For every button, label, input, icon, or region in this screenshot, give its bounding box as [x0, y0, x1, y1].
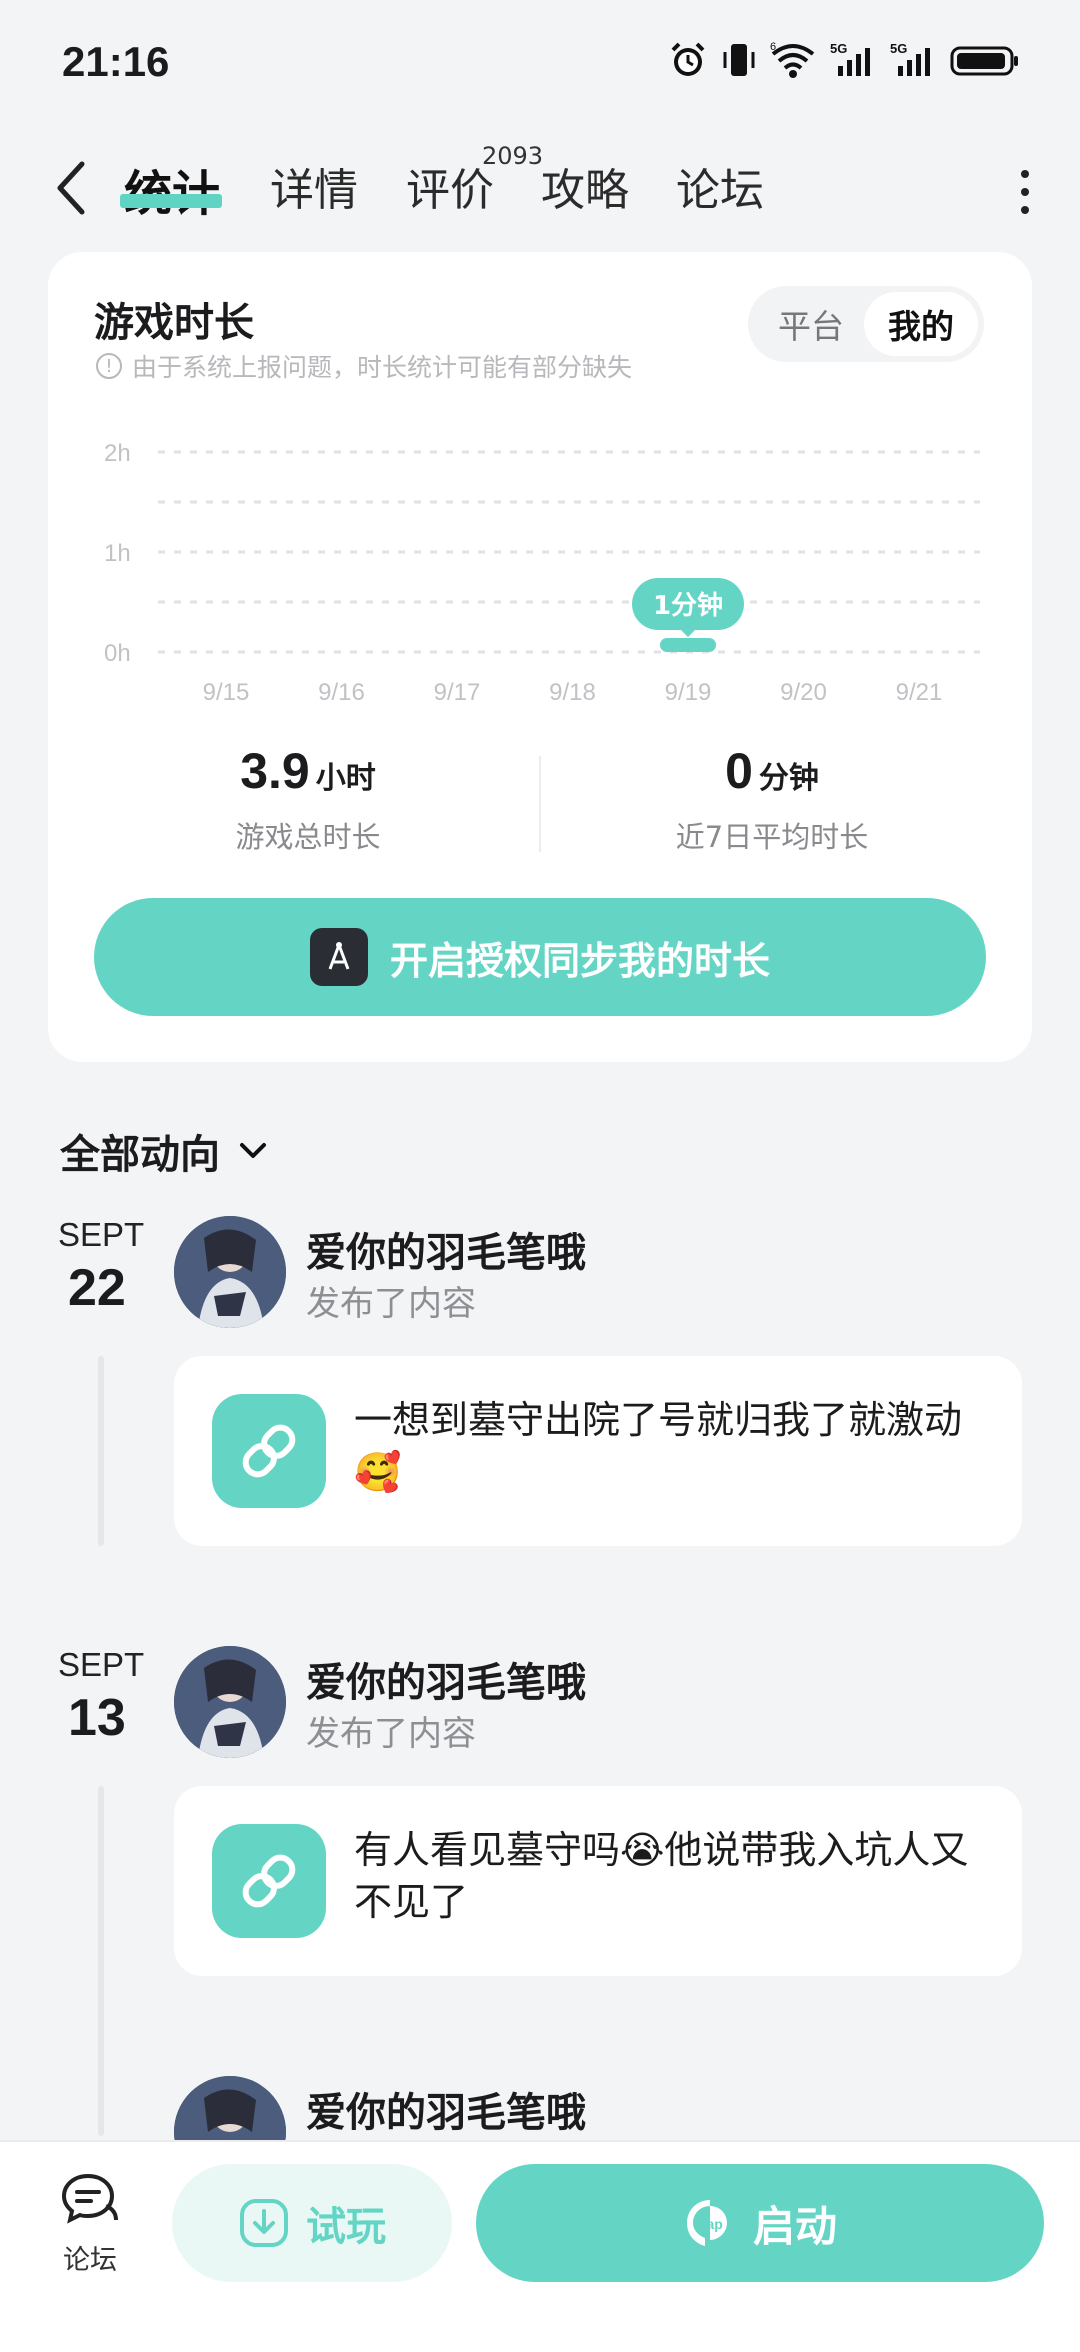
chart-tooltip: 1分钟	[632, 578, 744, 637]
post-day: 13	[68, 1689, 126, 1747]
chart-x-tick-label: 9/19	[665, 679, 712, 702]
forum-label: 论坛	[63, 2245, 117, 2276]
link-icon	[212, 1394, 326, 1508]
svg-text:5G: 5G	[890, 41, 907, 56]
toggle-mine[interactable]: 我的	[864, 292, 978, 356]
more-icon[interactable]	[1010, 162, 1040, 222]
launch-label: 启动	[752, 2201, 837, 2251]
svg-text:5G: 5G	[830, 41, 847, 56]
post-text: 有人看见墓守吗😭他说带我入坑人又不见了	[354, 1828, 969, 1924]
feed-filter-label: 全部动向	[60, 1132, 220, 1178]
chart-tooltip-label: 1分钟	[653, 590, 723, 621]
signal-5g-icon: 5G	[890, 40, 936, 80]
total-value: 3.9	[240, 743, 310, 799]
try-play-label: 试玩	[306, 2204, 386, 2250]
chart-x-tick-label: 9/21	[896, 679, 943, 702]
post-content[interactable]: 一想到墓守出院了号就归我了就激动🥰	[174, 1356, 1022, 1546]
avg-value: 0	[725, 743, 753, 799]
tab-guides[interactable]: 攻略	[541, 154, 629, 218]
total-playtime: 3.9 小时 游戏总时长	[78, 742, 538, 856]
bottom-action-bar: 论坛 试玩 Tap 启动	[0, 2140, 1080, 2352]
chart-x-tick-label: 9/20	[780, 679, 827, 702]
chart-y-tick-label: 1h	[104, 540, 131, 567]
post-content[interactable]: 有人看见墓守吗😭他说带我入坑人又不见了	[174, 1786, 1022, 1976]
chart-x-tick-label: 9/18	[549, 679, 596, 702]
back-button[interactable]	[48, 156, 98, 220]
signal-5g-icon: 5G	[830, 40, 876, 80]
feed-filter[interactable]: 全部动向	[60, 1122, 270, 1180]
vibrate-icon	[722, 40, 756, 80]
sync-playtime-button[interactable]: 开启授权同步我的时长	[94, 898, 986, 1016]
launch-button[interactable]: Tap 启动	[476, 2164, 1044, 2282]
chart-bar	[660, 638, 716, 652]
post-action: 发布了内容	[306, 1714, 476, 1754]
chart-x-tick-label: 9/17	[434, 679, 481, 702]
total-unit: 小时	[315, 761, 376, 796]
post-month: SEPT	[58, 1646, 145, 1683]
app-logo-icon	[309, 928, 368, 986]
timeline-line	[98, 1786, 104, 2136]
tab-reviews[interactable]: 评价	[406, 154, 494, 218]
toggle-platform[interactable]: 平台	[754, 292, 868, 356]
post-day: 22	[68, 1259, 126, 1317]
battery-icon	[950, 40, 1020, 80]
chart-y-tick-label: 2h	[104, 440, 131, 467]
link-icon	[212, 1824, 326, 1938]
status-icons: 6 5G 5G	[668, 40, 1020, 80]
post-username[interactable]: 爱你的羽毛笔哦	[306, 1650, 586, 1708]
card-title: 游戏时长	[94, 300, 254, 346]
post-text: 一想到墓守出院了号就归我了就激动🥰	[354, 1398, 963, 1494]
tab-details[interactable]: 详情	[270, 154, 358, 218]
status-bar: 21:16 6 5G 5G	[0, 0, 1080, 120]
playtime-chart: 0h 1h 2h 9/15 9/16 9/17 9/18 9/19 1分钟 9/20 9/21	[104, 440, 980, 702]
post-username[interactable]: 爱你的羽毛笔哦	[306, 2080, 586, 2138]
svg-text:6: 6	[770, 41, 776, 53]
forum-icon	[61, 2173, 118, 2224]
summary-divider	[539, 756, 541, 852]
try-play-button[interactable]: 试玩	[172, 2164, 452, 2282]
forum-button[interactable]: 论坛	[52, 2172, 128, 2277]
taptap-logo-icon: Tap	[686, 2200, 727, 2246]
active-tab-indicator	[120, 194, 222, 208]
chart-tooltip-pointer	[680, 629, 696, 637]
chart-x-tick-label: 9/15	[203, 679, 250, 702]
alarm-icon	[668, 40, 708, 80]
average-playtime: 0 分钟 近7日平均时长	[542, 742, 1002, 856]
scope-toggle: 平台 我的	[748, 286, 984, 362]
avg-unit: 分钟	[758, 761, 819, 796]
post-action: 发布了内容	[306, 1284, 476, 1324]
wifi-icon: 6	[770, 40, 816, 80]
post-month: SEPT	[58, 1216, 145, 1253]
tab-forum[interactable]: 论坛	[676, 154, 764, 218]
chart-y-tick-label: 0h	[104, 640, 131, 667]
tab-stats[interactable]: 统计	[124, 154, 220, 224]
sync-button-label: 开启授权同步我的时长	[389, 938, 770, 983]
chevron-down-icon	[240, 1143, 266, 1158]
chart-x-tick-label: 9/16	[318, 679, 365, 702]
playtime-card: 游戏时长 ! 由于系统上报问题，时长统计可能有部分缺失 平台 我的 0h 1h 2h…	[48, 252, 1032, 1062]
info-icon: !	[96, 353, 122, 379]
download-icon	[240, 2199, 288, 2247]
avg-label: 近7日平均时长	[675, 820, 869, 854]
avatar[interactable]	[174, 1646, 286, 1758]
status-time: 21:16	[62, 38, 170, 85]
card-note: ! 由于系统上报问题，时长统计可能有部分缺失	[96, 348, 632, 384]
card-note-text: 由于系统上报问题，时长统计可能有部分缺失	[132, 353, 633, 382]
total-label: 游戏总时长	[235, 820, 381, 854]
chevron-left-icon	[57, 161, 85, 215]
svg-text:Tap: Tap	[699, 2216, 723, 2232]
avatar[interactable]	[174, 1216, 286, 1328]
review-count-badge: 2093	[482, 142, 544, 170]
post-username[interactable]: 爱你的羽毛笔哦	[306, 1220, 586, 1278]
timeline-line	[98, 1356, 104, 1546]
